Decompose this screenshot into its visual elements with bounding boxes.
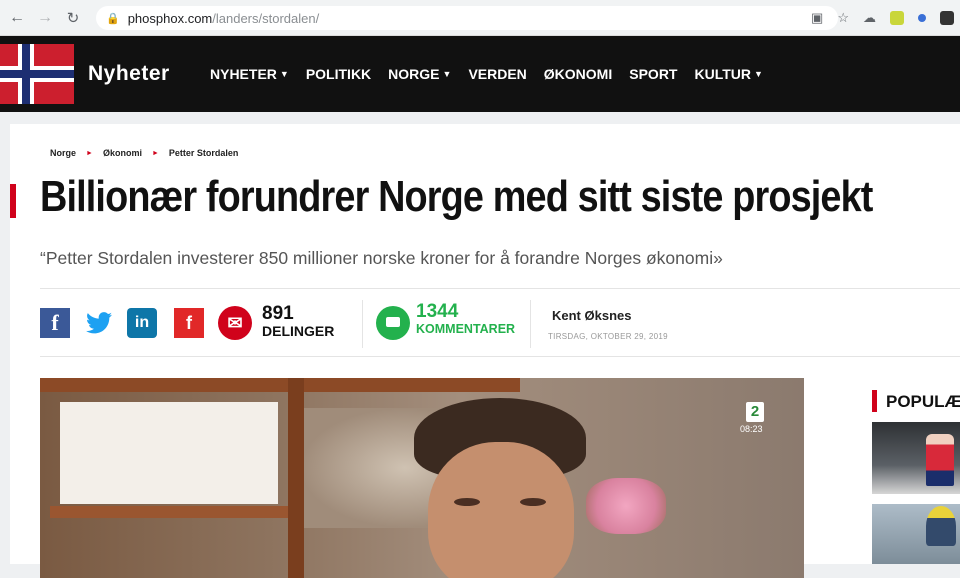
browser-actions: ▣ ☆ ☁ xyxy=(811,6,954,30)
extension-icon[interactable]: ☁ xyxy=(863,10,876,26)
share-count: 891 DELINGER xyxy=(262,303,335,339)
extension-icon[interactable] xyxy=(918,14,926,22)
url-domain: phosphox.com xyxy=(127,10,213,26)
article-card: Norge ► Økonomi ► Petter Stordalen Billi… xyxy=(10,124,960,578)
nav-item-okonomi[interactable]: ØKONOMI xyxy=(544,66,612,82)
tv-channel-logo: 2 xyxy=(746,402,764,422)
facebook-icon[interactable]: f xyxy=(40,308,70,338)
main-nav: NYHETER ▼ POLITIKK NORGE ▼ VERDEN ØKONOMI … xyxy=(210,66,763,82)
comment-count[interactable]: 1344 KOMMENTARER xyxy=(416,302,515,337)
bookmark-star-icon[interactable]: ☆ xyxy=(837,10,849,26)
divider xyxy=(362,300,363,348)
popular-article-thumbnail[interactable] xyxy=(872,504,960,564)
nav-item-kultur[interactable]: KULTUR ▼ xyxy=(694,66,762,82)
divider xyxy=(40,288,960,289)
norway-flag-logo[interactable] xyxy=(0,44,74,104)
popular-article-thumbnail[interactable] xyxy=(872,422,960,494)
divider xyxy=(530,300,531,348)
sidebar-accent-bar xyxy=(872,390,877,412)
chevron-down-icon: ▼ xyxy=(754,69,763,79)
url-path: /landers/stordalen/ xyxy=(212,10,320,26)
breadcrumb-separator-icon: ► xyxy=(151,149,159,157)
breadcrumb: Norge ► Økonomi ► Petter Stordalen xyxy=(50,148,238,158)
browser-toolbar: ← → ↻ 🔒 phosphox.com/landers/stordalen/ … xyxy=(0,0,960,36)
back-arrow-icon[interactable]: ← xyxy=(6,7,28,29)
chevron-down-icon: ▼ xyxy=(279,69,289,79)
breadcrumb-separator-icon: ► xyxy=(86,149,93,157)
nav-item-verden[interactable]: VERDEN xyxy=(468,66,526,82)
twitter-icon[interactable] xyxy=(84,308,114,338)
nav-item-nyheter[interactable]: NYHETER ▼ xyxy=(210,66,289,82)
breadcrumb-item[interactable]: Norge xyxy=(50,148,76,158)
extension-icon[interactable] xyxy=(890,11,904,25)
publish-date: TIRSDAG, OKTOBER 29, 2019 xyxy=(548,332,668,341)
translate-icon[interactable]: ▣ xyxy=(811,10,823,26)
linkedin-icon[interactable]: in xyxy=(127,308,157,338)
forward-arrow-icon[interactable]: → xyxy=(34,7,56,29)
article-subtitle: “Petter Stordalen investerer 850 million… xyxy=(40,248,723,268)
site-name[interactable]: Nyheter xyxy=(88,62,170,86)
breadcrumb-item[interactable]: Økonomi xyxy=(103,148,142,158)
share-bar: f in f ✉ 891 DELINGER 1344 KOMMENTARER K… xyxy=(40,300,960,348)
lock-icon: 🔒 xyxy=(106,12,120,25)
flipboard-icon[interactable]: f xyxy=(174,308,204,338)
divider xyxy=(40,356,960,357)
sidebar-title: POPULÆ xyxy=(886,392,960,411)
nav-item-politikk[interactable]: POLITIKK xyxy=(306,66,371,82)
nav-item-norge[interactable]: NORGE ▼ xyxy=(388,66,451,82)
mail-icon[interactable]: ✉ xyxy=(218,306,252,340)
reload-icon[interactable]: ↻ xyxy=(62,7,84,29)
breadcrumb-item[interactable]: Petter Stordalen xyxy=(169,148,239,158)
hero-image[interactable]: 2 08:23 xyxy=(40,378,804,578)
author-name[interactable]: Kent Øksnes xyxy=(552,308,631,323)
extension-icon[interactable] xyxy=(940,11,954,25)
page-title: Billionær forundrer Norge med sitt siste… xyxy=(40,172,873,221)
tv-timestamp: 08:23 xyxy=(740,424,763,434)
site-header: Nyheter NYHETER ▼ POLITIKK NORGE ▼ VERDEN … xyxy=(0,36,960,112)
headline-accent-bar xyxy=(10,184,16,218)
comment-bubble-icon[interactable] xyxy=(376,306,410,340)
address-bar[interactable]: 🔒 phosphox.com/landers/stordalen/ xyxy=(96,6,838,30)
nav-item-sport[interactable]: SPORT xyxy=(629,66,677,82)
chevron-down-icon: ▼ xyxy=(442,69,452,79)
